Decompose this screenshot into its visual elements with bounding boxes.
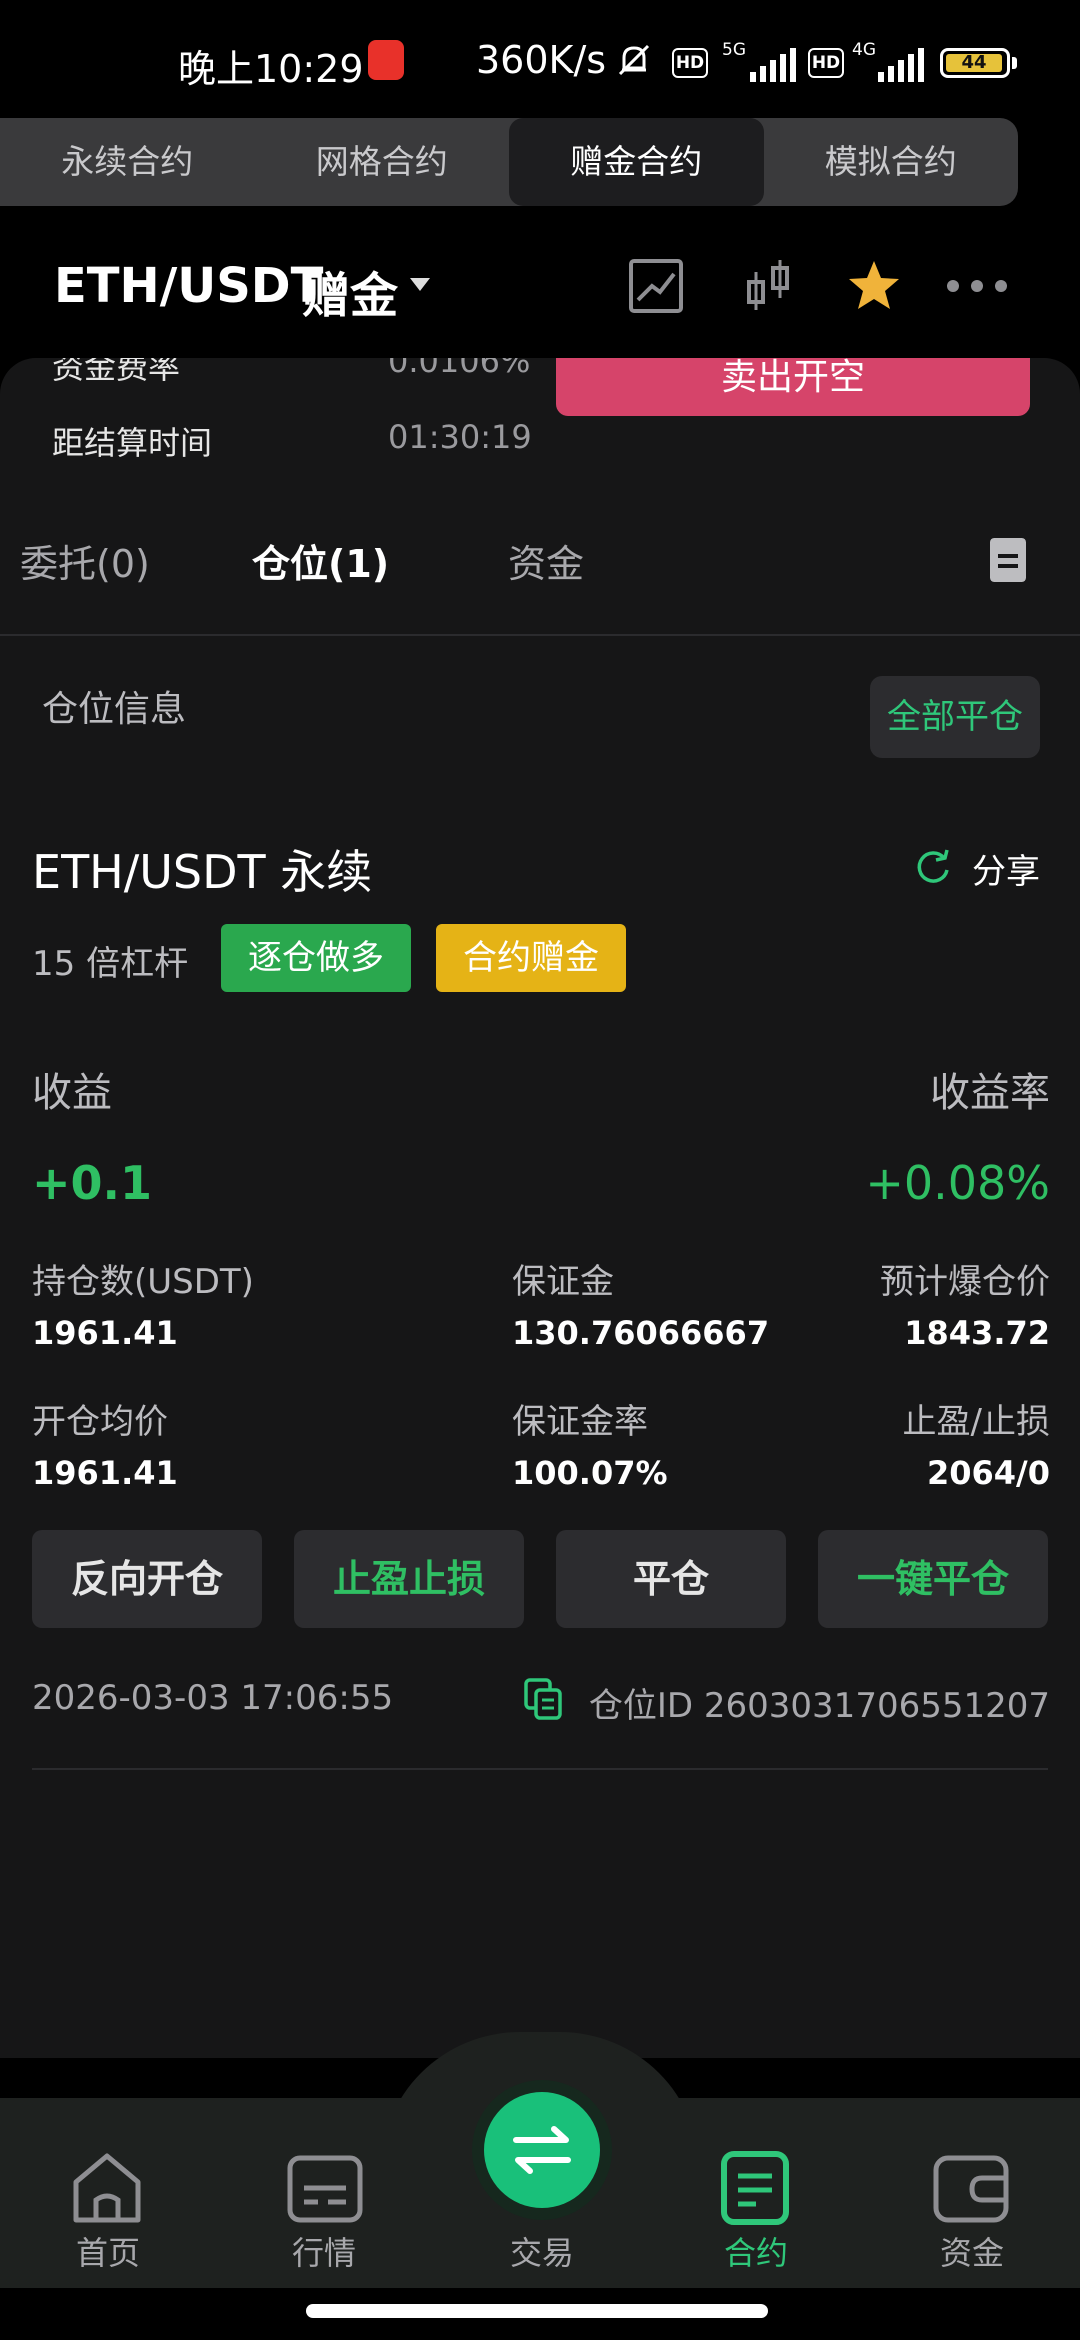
tp-sl-button[interactable]: 止盈止损 (294, 1530, 524, 1628)
contract-icon[interactable] (710, 2148, 800, 2228)
tpsl-label: 止盈/止损 (902, 1402, 1050, 1442)
swap-arrows-icon (513, 2126, 571, 2174)
line-chart-icon[interactable] (628, 258, 684, 314)
divider (0, 634, 1080, 636)
nav-label-wallet[interactable]: 资金 (902, 2228, 1042, 2274)
nav-label-home[interactable]: 首页 (38, 2228, 178, 2274)
quick-close-button[interactable]: 一键平仓 (818, 1530, 1048, 1628)
tab-funds[interactable]: 资金 (508, 533, 584, 588)
roe-value: +0.08% (865, 1156, 1050, 1210)
home-icon[interactable] (62, 2148, 152, 2228)
share-icon[interactable] (914, 848, 952, 886)
signal-icon-2 (878, 48, 924, 82)
bell-muted-icon (618, 44, 650, 76)
pnl-value: +0.1 (32, 1156, 153, 1210)
margin-ratio-label: 保证金率 (512, 1402, 648, 1442)
network-type-4g: 4G (852, 40, 876, 60)
entry-price-value: 1961.41 (32, 1454, 178, 1492)
status-time: 晚上10:29 (178, 47, 364, 91)
copy-icon[interactable] (524, 1678, 564, 1720)
margin-label: 保证金 (512, 1262, 614, 1302)
star-favorite-icon[interactable] (846, 258, 902, 314)
more-icon[interactable] (944, 258, 1010, 314)
isolated-long-badge: 逐仓做多 (221, 924, 411, 992)
nav-label-trade[interactable]: 交易 (472, 2228, 612, 2274)
margin-value: 130.76066667 (512, 1314, 770, 1352)
position-timestamp: 2026-03-03 17:06:55 (32, 1678, 394, 1718)
tab-orders[interactable]: 委托(0) (20, 533, 150, 588)
document-icon[interactable] (990, 538, 1026, 582)
funding-rate-value: 0.0106% (388, 358, 531, 380)
tab-simulated[interactable]: 模拟合约 (764, 118, 1019, 206)
nav-label-market[interactable]: 行情 (254, 2228, 394, 2274)
liquidation-value: 1843.72 (904, 1314, 1050, 1352)
battery-icon: 44 (940, 48, 1010, 78)
leverage-label: 15 倍杠杆 (32, 944, 189, 984)
market-icon[interactable] (280, 2148, 370, 2228)
position-name: ETH/USDT 永续 (32, 845, 373, 899)
network-type-5g: 5G (722, 40, 746, 60)
bonus-badge: 合约赠金 (436, 924, 626, 992)
size-label: 持仓数(USDT) (32, 1262, 254, 1302)
settlement-label: 距结算时间 (52, 424, 213, 462)
contract-type-tabs: 永续合约 网格合约 赠金合约 模拟合约 (0, 118, 1018, 206)
app-notification-icon (368, 40, 404, 80)
main-panel: 资金费率 0.0106% 距结算时间 01:30:19 卖出开空 委托(0) 仓… (0, 358, 1080, 2058)
battery-level: 44 (946, 54, 1002, 72)
pair-title[interactable]: ETH/USDT (54, 258, 323, 314)
divider-bottom (32, 1768, 1048, 1770)
network-speed: 360K/s (476, 38, 607, 82)
settlement-value: 01:30:19 (388, 418, 532, 456)
pair-mode[interactable]: 赠金 (302, 256, 398, 326)
tab-grid[interactable]: 网格合约 (255, 118, 510, 206)
funding-rate-label: 资金费率 (52, 358, 181, 386)
liquidation-label: 预计爆仓价 (880, 1262, 1050, 1302)
entry-price-label: 开仓均价 (32, 1402, 168, 1442)
tab-bonus[interactable]: 赠金合约 (509, 118, 764, 206)
tab-positions[interactable]: 仓位(1) (252, 533, 389, 588)
home-indicator (306, 2304, 768, 2318)
hd-badge-2: HD (808, 48, 844, 78)
reverse-open-button[interactable]: 反向开仓 (32, 1530, 262, 1628)
battery-cap (1012, 57, 1017, 69)
sell-open-short-button[interactable]: 卖出开空 (556, 358, 1030, 416)
margin-ratio-value: 100.07% (512, 1454, 668, 1492)
pnl-label: 收益 (32, 1070, 112, 1116)
hd-badge: HD (672, 48, 708, 78)
roe-label: 收益率 (930, 1070, 1050, 1116)
nav-label-contract[interactable]: 合约 (686, 2228, 826, 2274)
position-id: 仓位ID 2603031706551207 (588, 1686, 1050, 1726)
size-value: 1961.41 (32, 1314, 178, 1352)
share-label[interactable]: 分享 (972, 844, 1040, 893)
close-all-button[interactable]: 全部平仓 (870, 676, 1040, 758)
candlestick-icon[interactable] (740, 258, 796, 314)
signal-icon (750, 48, 796, 82)
tab-perpetual[interactable]: 永续合约 (0, 118, 255, 206)
trade-button[interactable] (484, 2092, 600, 2208)
position-info-title: 仓位信息 (42, 689, 187, 730)
close-position-button[interactable]: 平仓 (556, 1530, 786, 1628)
wallet-icon[interactable] (926, 2148, 1016, 2228)
chevron-down-icon[interactable] (410, 278, 430, 291)
tpsl-value: 2064/0 (926, 1454, 1050, 1492)
